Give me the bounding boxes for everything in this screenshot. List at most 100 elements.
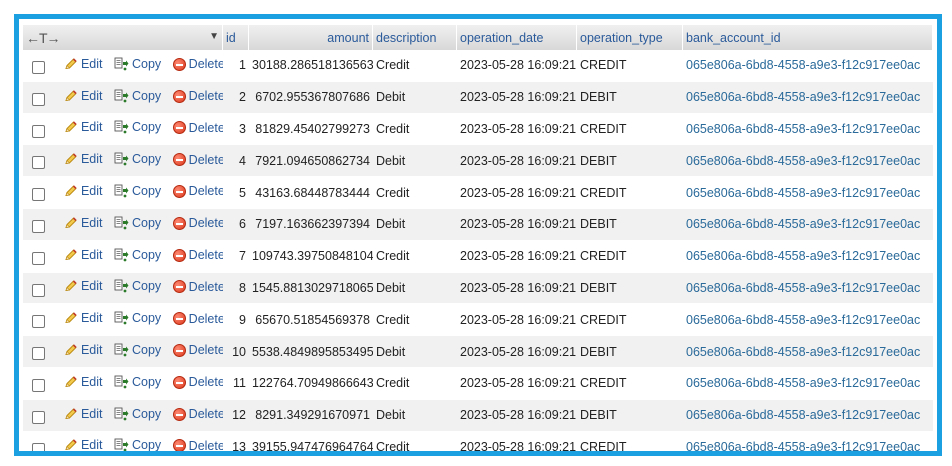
cell-amount: 6702.955367807686	[249, 81, 373, 114]
row-checkbox[interactable]	[32, 188, 45, 202]
copy-button[interactable]: Copy	[114, 57, 161, 71]
delete-button[interactable]: Delete	[172, 57, 223, 71]
cell-bank-account-id[interactable]: 065e806a-6bd8-4558-a9e3-f12c917ee0ac	[683, 240, 933, 273]
column-resize-arrows[interactable]: ←T→	[26, 30, 61, 46]
cell-bank-account-id[interactable]: 065e806a-6bd8-4558-a9e3-f12c917ee0ac	[683, 399, 933, 432]
edit-button[interactable]: Edit	[64, 152, 103, 166]
delete-label: Delete	[188, 438, 223, 453]
row-checkbox[interactable]	[32, 283, 45, 297]
delete-button[interactable]: Delete	[172, 407, 223, 421]
delete-button[interactable]: Delete	[172, 152, 223, 167]
column-controls[interactable]: ←T→ ▼	[23, 25, 223, 50]
row-actions-cell: Edit Copy Delete	[23, 431, 223, 453]
row-checkbox[interactable]	[32, 92, 45, 106]
edit-button[interactable]: Edit	[64, 311, 103, 325]
cell-description: Credit	[373, 431, 457, 451]
delete-button[interactable]: Delete	[172, 343, 223, 357]
sort-dropdown-icon[interactable]: ▼	[209, 31, 219, 42]
row-checkbox[interactable]	[32, 442, 45, 451]
copy-button[interactable]: Copy	[114, 184, 161, 198]
edit-button[interactable]: Edit	[64, 343, 103, 357]
cell-id: 13	[223, 431, 249, 451]
cell-bank-account-id[interactable]: 065e806a-6bd8-4558-a9e3-f12c917ee0ac	[683, 367, 933, 400]
header-row: ←T→ ▼ id amount description operation_da…	[23, 25, 933, 50]
copy-button[interactable]: Copy	[114, 152, 161, 166]
copy-button[interactable]: Copy	[114, 375, 161, 389]
cell-bank-account-id[interactable]: 065e806a-6bd8-4558-a9e3-f12c917ee0ac	[683, 50, 933, 82]
delete-icon	[172, 312, 186, 326]
edit-button[interactable]: Edit	[64, 57, 103, 71]
results-frame: ←T→ ▼ id amount description operation_da…	[14, 14, 942, 456]
edit-button[interactable]: Edit	[64, 248, 103, 262]
row-actions-cell: Edit Copy Delete	[23, 145, 223, 178]
copy-button[interactable]: Copy	[114, 248, 161, 262]
cell-bank-account-id[interactable]: 065e806a-6bd8-4558-a9e3-f12c917ee0ac	[683, 272, 933, 305]
column-header-description[interactable]: description	[373, 25, 457, 50]
copy-label: Copy	[132, 56, 162, 71]
column-header-operation-type[interactable]: operation_type	[577, 25, 683, 50]
delete-button[interactable]: Delete	[172, 375, 223, 389]
column-header-bank-account-id[interactable]: bank_account_id	[683, 25, 933, 50]
cell-description: Debit	[373, 81, 457, 114]
cell-bank-account-id[interactable]: 065e806a-6bd8-4558-a9e3-f12c917ee0ac	[683, 304, 933, 337]
edit-label: Edit	[80, 247, 103, 262]
delete-button[interactable]: Delete	[172, 438, 223, 453]
delete-button[interactable]: Delete	[172, 89, 223, 103]
row-checkbox[interactable]	[32, 378, 45, 392]
cell-operation-type: CREDIT	[577, 177, 683, 209]
cell-bank-account-id[interactable]: 065e806a-6bd8-4558-a9e3-f12c917ee0ac	[683, 336, 933, 368]
edit-button[interactable]: Edit	[64, 120, 103, 134]
edit-button[interactable]: Edit	[64, 407, 103, 421]
column-header-operation-date[interactable]: operation_date	[457, 25, 577, 50]
edit-label: Edit	[80, 406, 103, 421]
delete-label: Delete	[188, 184, 223, 199]
delete-label: Delete	[188, 152, 223, 167]
row-checkbox[interactable]	[32, 156, 45, 170]
column-header-amount[interactable]: amount	[249, 25, 373, 50]
delete-button[interactable]: Delete	[172, 248, 223, 262]
row-actions-cell: Edit Copy Delete	[23, 208, 223, 241]
copy-button[interactable]: Copy	[114, 279, 161, 293]
row-checkbox[interactable]	[32, 124, 45, 138]
copy-button[interactable]: Copy	[114, 407, 161, 421]
cell-bank-account-id[interactable]: 065e806a-6bd8-4558-a9e3-f12c917ee0ac	[683, 113, 933, 146]
delete-button[interactable]: Delete	[172, 184, 223, 199]
edit-button[interactable]: Edit	[64, 216, 103, 230]
copy-button[interactable]: Copy	[114, 343, 161, 357]
row-checkbox[interactable]	[32, 61, 45, 74]
edit-button[interactable]: Edit	[64, 438, 103, 451]
copy-icon	[114, 407, 129, 420]
edit-button[interactable]: Edit	[64, 375, 103, 389]
cell-bank-account-id[interactable]: 065e806a-6bd8-4558-a9e3-f12c917ee0ac	[683, 208, 933, 241]
edit-button[interactable]: Edit	[64, 89, 103, 103]
row-checkbox[interactable]	[32, 219, 45, 233]
delete-icon	[172, 153, 186, 167]
delete-button[interactable]: Delete	[172, 216, 223, 230]
cell-bank-account-id[interactable]: 065e806a-6bd8-4558-a9e3-f12c917ee0ac	[683, 177, 933, 209]
copy-button[interactable]: Copy	[114, 438, 161, 451]
copy-icon	[114, 248, 129, 261]
row-actions-cell: Edit Copy Delete	[23, 177, 223, 209]
pencil-icon	[65, 89, 77, 101]
copy-label: Copy	[132, 374, 162, 389]
copy-button[interactable]: Copy	[114, 216, 161, 230]
delete-button[interactable]: Delete	[172, 121, 223, 135]
cell-bank-account-id[interactable]: 065e806a-6bd8-4558-a9e3-f12c917ee0ac	[683, 81, 933, 114]
column-header-id[interactable]: id	[223, 25, 249, 50]
row-checkbox[interactable]	[32, 315, 45, 329]
cell-description: Debit	[373, 272, 457, 305]
delete-button[interactable]: Delete	[172, 312, 223, 326]
copy-button[interactable]: Copy	[114, 89, 161, 103]
copy-button[interactable]: Copy	[114, 311, 161, 325]
cell-bank-account-id[interactable]: 065e806a-6bd8-4558-a9e3-f12c917ee0ac	[683, 431, 933, 451]
row-checkbox[interactable]	[32, 251, 45, 265]
cell-bank-account-id[interactable]: 065e806a-6bd8-4558-a9e3-f12c917ee0ac	[683, 145, 933, 178]
row-checkbox[interactable]	[32, 347, 45, 361]
row-checkbox[interactable]	[32, 410, 45, 424]
cell-id: 10	[223, 336, 249, 368]
edit-button[interactable]: Edit	[64, 279, 103, 293]
copy-button[interactable]: Copy	[114, 120, 161, 134]
edit-button[interactable]: Edit	[64, 184, 103, 198]
delete-button[interactable]: Delete	[172, 280, 223, 294]
cell-amount: 7197.163662397394	[249, 208, 373, 241]
